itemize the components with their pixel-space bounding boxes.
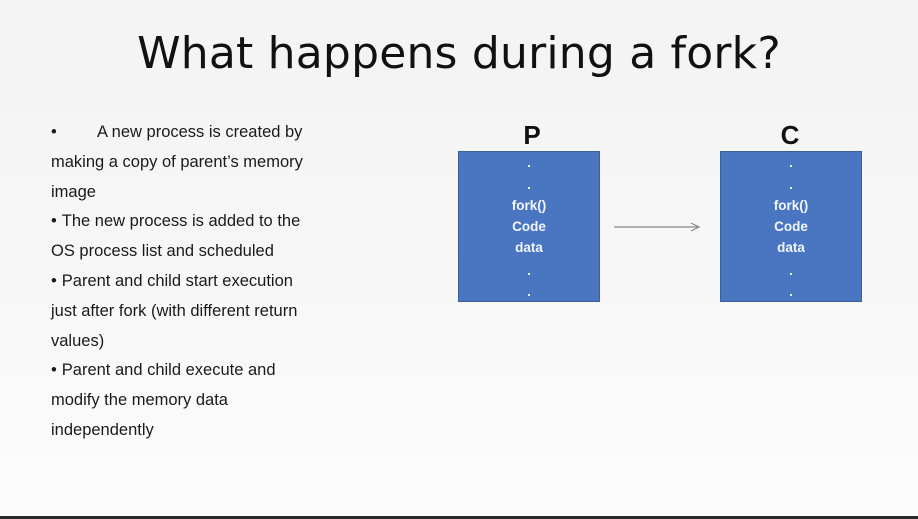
child-process-box: fork() Code data: [720, 151, 862, 302]
bullet-item: • Parent and child execute and modify the…: [51, 356, 313, 445]
child-line-code: Code: [774, 219, 808, 234]
bullet-item: • The new process is added to the OS proc…: [51, 207, 313, 267]
child-line-fork: fork(): [773, 198, 809, 213]
child-label: C: [780, 120, 800, 150]
ellipsis-dot: [528, 294, 530, 296]
ellipsis-dot: [528, 273, 530, 275]
parent-line-fork: fork(): [511, 198, 547, 213]
bullet-dot: •: [51, 212, 57, 231]
slide-title: What happens during a fork?: [137, 28, 781, 79]
fork-arrow: [614, 222, 701, 232]
bullet-list: • A new process is created by making a co…: [51, 118, 313, 446]
bullet-dot: •: [51, 271, 57, 290]
ellipsis-dot: [528, 187, 530, 189]
parent-label: P: [523, 120, 541, 150]
bullet-dot: •: [51, 361, 57, 380]
ellipsis-dot: [790, 187, 792, 189]
ellipsis-dot: [528, 165, 530, 167]
bullet-dot: •: [51, 123, 57, 141]
bullet-item: • A new process is created by making a co…: [51, 118, 313, 207]
parent-line-data: data: [515, 240, 543, 255]
ellipsis-dot: [790, 273, 792, 275]
ellipsis-dot: [790, 294, 792, 296]
child-line-data: data: [777, 240, 805, 255]
bullet-item: • Parent and child start execution just a…: [51, 267, 313, 356]
ellipsis-dot: [790, 165, 792, 167]
parent-process-box: fork() Code data: [458, 151, 600, 302]
parent-line-code: Code: [512, 219, 546, 234]
